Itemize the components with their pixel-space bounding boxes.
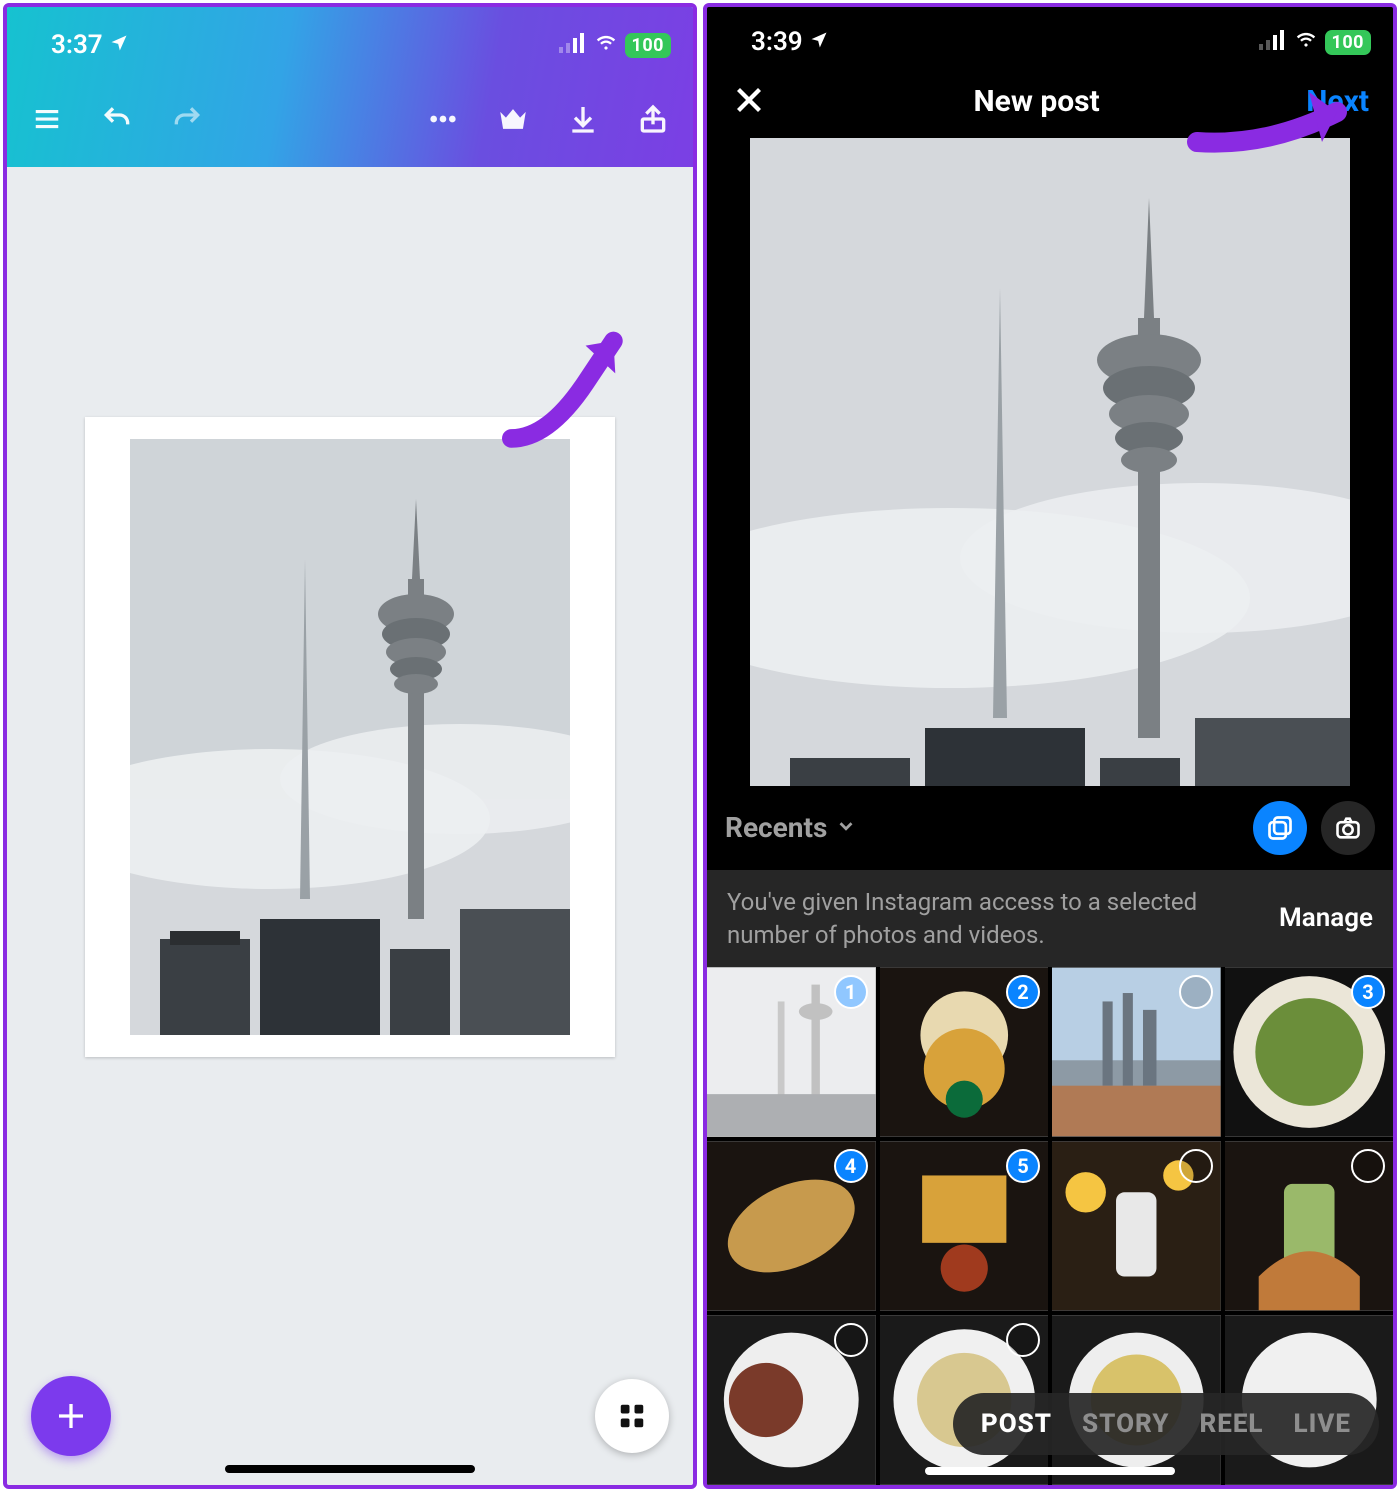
home-indicator[interactable]	[225, 1465, 475, 1473]
mode-story[interactable]: STORY	[1082, 1409, 1169, 1439]
location-icon	[109, 30, 129, 60]
location-icon	[809, 27, 829, 57]
selection-badge	[834, 1323, 868, 1357]
wifi-icon	[593, 30, 619, 60]
photo-grid: 1 2 3 4 5	[707, 967, 1393, 1485]
canva-toolbar	[7, 71, 693, 167]
grid-thumb[interactable]	[1225, 1141, 1394, 1311]
multi-select-button[interactable]	[1253, 801, 1307, 855]
grid-thumb[interactable]: 2	[880, 967, 1049, 1137]
hamburger-icon[interactable]	[27, 99, 67, 139]
manage-button[interactable]: Manage	[1279, 901, 1373, 936]
share-icon[interactable]	[633, 99, 673, 139]
cellular-icon	[559, 30, 587, 60]
post-mode-selector[interactable]: POST STORY REEL LIVE	[953, 1393, 1379, 1455]
camera-button[interactable]	[1321, 801, 1375, 855]
access-message: You've given Instagram access to a selec…	[727, 886, 1227, 951]
album-picker[interactable]: Recents	[725, 811, 857, 844]
canva-editor-screen: 3:37 100	[3, 3, 697, 1489]
add-button[interactable]	[31, 1376, 111, 1456]
grid-thumb[interactable]: 3	[1225, 967, 1394, 1137]
grid-thumb[interactable]: 4	[707, 1141, 876, 1311]
selection-badge	[1351, 1149, 1385, 1183]
album-label: Recents	[725, 811, 827, 844]
selection-badge	[1179, 1149, 1213, 1183]
chevron-down-icon	[835, 811, 857, 844]
pages-button[interactable]	[595, 1379, 669, 1453]
grid-thumb[interactable]: 1	[707, 967, 876, 1137]
undo-icon[interactable]	[97, 99, 137, 139]
more-icon[interactable]	[423, 99, 463, 139]
tower-photo-preview	[130, 439, 570, 1035]
canva-bottom-controls	[7, 1371, 693, 1461]
status-time: 3:37	[51, 30, 103, 60]
wifi-icon	[1293, 27, 1319, 57]
annotation-arrow-icon	[1187, 87, 1377, 157]
selection-badge: 5	[1006, 1149, 1040, 1183]
selection-badge: 2	[1006, 975, 1040, 1009]
download-icon[interactable]	[563, 99, 603, 139]
canvas-document[interactable]	[85, 417, 615, 1057]
redo-icon[interactable]	[167, 99, 207, 139]
selection-badge: 1	[834, 975, 868, 1009]
status-bar: 3:37 100	[7, 7, 693, 71]
limited-access-bar: You've given Instagram access to a selec…	[707, 870, 1393, 967]
photo-preview[interactable]	[707, 138, 1393, 786]
grid-thumb[interactable]	[1052, 1141, 1221, 1311]
battery-badge: 100	[1325, 30, 1371, 55]
album-select-bar: Recents	[707, 786, 1393, 871]
grid-thumb[interactable]	[1052, 967, 1221, 1137]
selection-badge	[1179, 975, 1213, 1009]
selection-badge: 4	[834, 1149, 868, 1183]
tower-photo-large	[750, 138, 1350, 786]
selection-badge	[1006, 1323, 1040, 1357]
grid-thumb[interactable]: 5	[880, 1141, 1049, 1311]
canvas-area	[7, 167, 693, 1485]
status-time: 3:39	[751, 27, 803, 57]
canva-top-bar: 3:37 100	[7, 7, 693, 167]
close-icon[interactable]	[731, 82, 767, 122]
instagram-new-post-screen: 3:39 100 New post Next	[703, 3, 1397, 1489]
home-indicator[interactable]	[925, 1467, 1175, 1475]
annotation-arrow-icon	[487, 327, 647, 457]
cellular-icon	[1259, 27, 1287, 57]
status-bar: 3:39 100	[707, 7, 1393, 66]
battery-badge: 100	[625, 33, 671, 58]
selection-badge: 3	[1351, 975, 1385, 1009]
crown-icon[interactable]	[493, 99, 533, 139]
mode-live[interactable]: LIVE	[1294, 1409, 1352, 1439]
grid-thumb[interactable]	[707, 1315, 876, 1485]
mode-reel[interactable]: REEL	[1199, 1409, 1263, 1439]
mode-post[interactable]: POST	[981, 1409, 1052, 1439]
